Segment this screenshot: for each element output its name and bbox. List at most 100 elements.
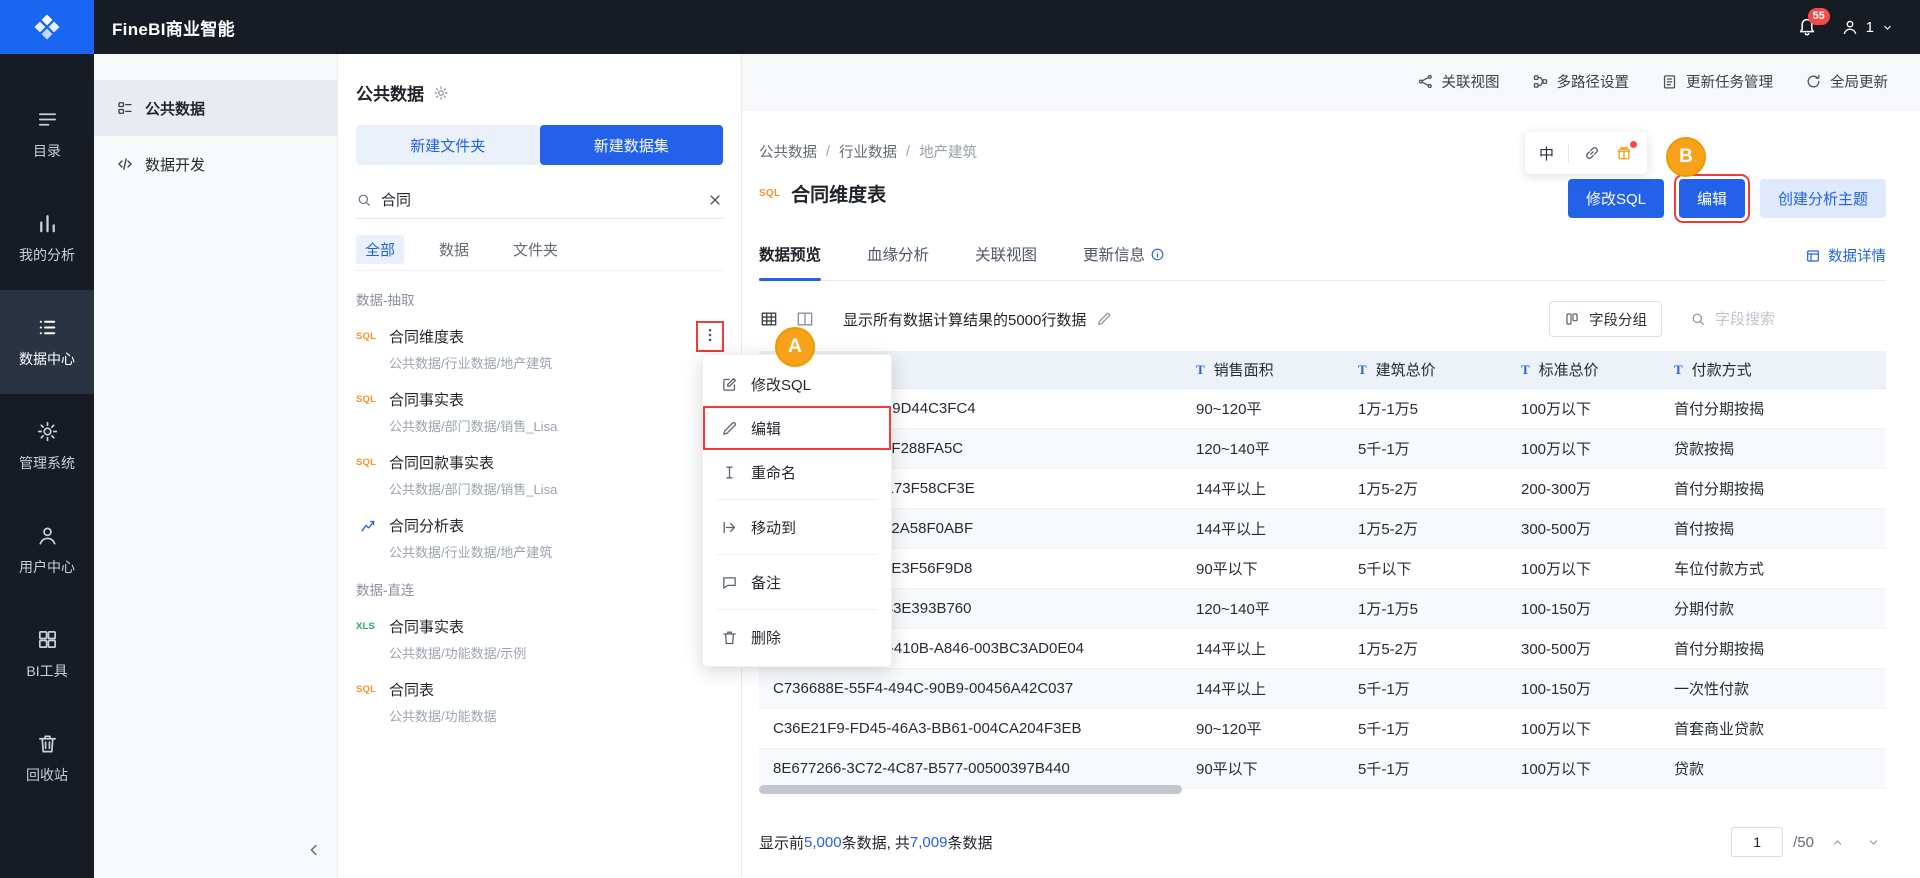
delete-icon [721,629,738,646]
column-header[interactable]: T 付款方式 [1660,351,1886,389]
menu-item-edit[interactable]: 编辑 [703,406,891,450]
notifications-button[interactable]: 55 [1797,7,1830,39]
toolbar-update-task[interactable]: 更新任务管理 [1661,71,1773,92]
tab-relation-view[interactable]: 关联视图 [975,243,1037,280]
table-row[interactable]: -46E1-A729-0016F288FA5C120~140平5千-1万100万… [759,429,1886,469]
table-row[interactable]: F-4354-BA69-0009D44C3FC490~120平1万-1万5100… [759,389,1886,429]
menu-item-rename[interactable]: 重命名 [703,450,891,494]
data-details-label: 数据详情 [1828,249,1886,265]
sidebar-item-admin-system[interactable]: 管理系统 [0,394,94,498]
dataset-item[interactable]: SQL 合同维度表 公共数据/行业数据/地产建筑 [356,321,724,372]
tabs-row: 数据预览 血缘分析 关联视图 更新信息 数据详情 [759,243,1886,281]
secondary-item-data-dev[interactable]: 数据开发 [94,136,337,192]
toolbar-multipath-settings[interactable]: 多路径设置 [1532,71,1629,92]
toolbar-relation-view[interactable]: 关联视图 [1417,71,1500,92]
filter-tab-all[interactable]: 全部 [356,235,405,264]
action-button-create-analysis[interactable]: 创建分析主题 [1759,179,1886,218]
brand-title: FineBI商业智能 [112,19,235,39]
sidebar-item-user-center[interactable]: 用户中心 [0,498,94,602]
table-row[interactable]: C36E21F9-FD45-46A3-BB61-004CA204F3EB 90~1… [759,709,1886,749]
table-cell: 5千-1万 [1344,429,1507,469]
close-icon[interactable] [707,192,723,208]
table-row[interactable]: 8-436E-A641-002E3F56F9D890平以下5千以下100万以下车… [759,549,1886,589]
sidebar-item-bi-tools[interactable]: BI工具 [0,602,94,706]
sidebar-item-data-center[interactable]: 数据中心 [0,290,94,394]
sidebar-item-catalog[interactable]: 目录 [0,82,94,186]
table-row[interactable]: 8E677266-3C72-4C87-B577-00500397B440 90平以… [759,749,1886,789]
toolbar-global-update[interactable]: 全局更新 [1805,71,1888,92]
finebi-logo[interactable] [0,0,94,54]
filter-tab-data[interactable]: 数据 [430,235,478,264]
user-menu[interactable]: 1 [1841,18,1894,36]
dataset-path: 公共数据/行业数据/地产建筑 [389,356,553,371]
column-header[interactable]: T 标准总价 [1507,351,1660,389]
menu-item-note[interactable]: 备注 [703,560,891,604]
sidebar-item-my-analysis[interactable]: 我的分析 [0,186,94,290]
action-button-edit[interactable]: 编辑 [1673,174,1750,223]
sidebar-item-label: 数据中心 [19,350,75,367]
secondary-item-public-data[interactable]: 公共数据 [94,80,337,136]
sidebar-item-recycle-bin[interactable]: 回收站 [0,706,94,810]
breadcrumb-item[interactable]: 地产建筑 [919,141,977,162]
global-update-icon [1805,73,1822,90]
field-search-input[interactable] [1715,310,1914,328]
link-icon[interactable] [1583,144,1601,162]
tab-update-info[interactable]: 更新信息 [1083,243,1165,280]
column-header[interactable]: T 建筑总价 [1344,351,1507,389]
gear-icon[interactable] [433,85,449,101]
search-icon [356,192,372,208]
dataset-group-title: 数据-抽取 [356,293,415,308]
menu-divider [717,609,877,610]
new-folder-button[interactable]: 新建文件夹 [356,125,540,165]
table-cell: 1万5-2万 [1344,509,1507,549]
table-cell: 8E677266-3C72-4C87-B577-00500397B440 [759,749,1182,789]
new-dataset-button[interactable]: 新建数据集 [539,125,723,165]
menu-item-move-to[interactable]: 移动到 [703,505,891,549]
breadcrumb-item[interactable]: 公共数据 [759,141,817,162]
dataset-item[interactable]: SQL 合同回款事实表 公共数据/部门数据/销售_Lisa [356,452,723,498]
page-input[interactable] [1731,827,1784,857]
table-row[interactable]: C736688E-55F4-494C-90B9-00456A42C037 144平… [759,669,1886,709]
data-details-link[interactable]: 数据详情 [1805,245,1886,266]
dataset-path: 公共数据/部门数据/销售_Lisa [389,482,558,497]
card-view-icon[interactable] [795,309,815,329]
tab-lineage-analysis[interactable]: 血缘分析 [867,243,929,280]
dataset-item[interactable]: XLS 合同事实表 公共数据/功能数据/示例 [356,616,723,662]
more-options-button[interactable] [696,321,724,352]
dataset-item[interactable]: SQL 合同表 公共数据/功能数据 [356,679,723,725]
field-group-button[interactable]: 字段分组 [1549,301,1662,337]
table-cell: 100-150万 [1507,589,1660,629]
table-row[interactable]: 9-486D-BA77-00173F58CF3E144平以上1万5-2万200-… [759,469,1886,509]
gift-icon[interactable] [1615,141,1637,162]
data-dev-icon [116,155,134,173]
table-row[interactable]: DF9AB55C-B023-410B-A846-003BC3AD0E04 144平… [759,629,1886,669]
collapse-panel-button[interactable] [305,841,323,862]
multipath-icon [1532,73,1549,90]
horizontal-scrollbar[interactable] [759,785,1182,794]
action-button-modify-sql[interactable]: 修改SQL [1567,179,1664,218]
relation-view-icon [1417,73,1434,90]
analysis-icon [36,212,59,235]
chevron-up-icon[interactable] [1824,829,1850,855]
chevron-down-icon[interactable] [1860,829,1886,855]
dataset-item[interactable]: 合同分析表 公共数据/行业数据/地产建筑 [356,515,723,561]
table-view-icon[interactable] [759,309,779,329]
sidebar-item-label: 管理系统 [19,454,75,471]
menu-item-delete[interactable]: 删除 [703,615,891,659]
edit-pencil-icon[interactable] [1096,311,1112,327]
table-row[interactable]: F-4919-AD94-0033E393B760120~140平1万-1万510… [759,589,1886,629]
move-icon [721,519,738,536]
breadcrumb-item[interactable]: 行业数据 [839,141,897,162]
dataset-item[interactable]: SQL 合同事实表 公共数据/部门数据/销售_Lisa [356,389,723,435]
column-header[interactable]: T 销售面积 [1182,351,1344,389]
tab-data-preview[interactable]: 数据预览 [759,243,822,281]
dataset-search-input[interactable] [381,191,698,208]
filter-tab-folder[interactable]: 文件夹 [504,235,567,264]
language-button[interactable]: 中 [1539,143,1554,164]
menu-item-label: 移动到 [751,519,797,537]
table-cell: 100万以下 [1507,749,1660,789]
table-row[interactable]: 7-429E-826A-0022A58F0ABF144平以上1万5-2万300-… [759,509,1886,549]
menu-item-modify-sql[interactable]: 修改SQL [703,362,891,406]
admin-icon [36,420,59,443]
sidebar-item-label: 回收站 [26,766,68,783]
